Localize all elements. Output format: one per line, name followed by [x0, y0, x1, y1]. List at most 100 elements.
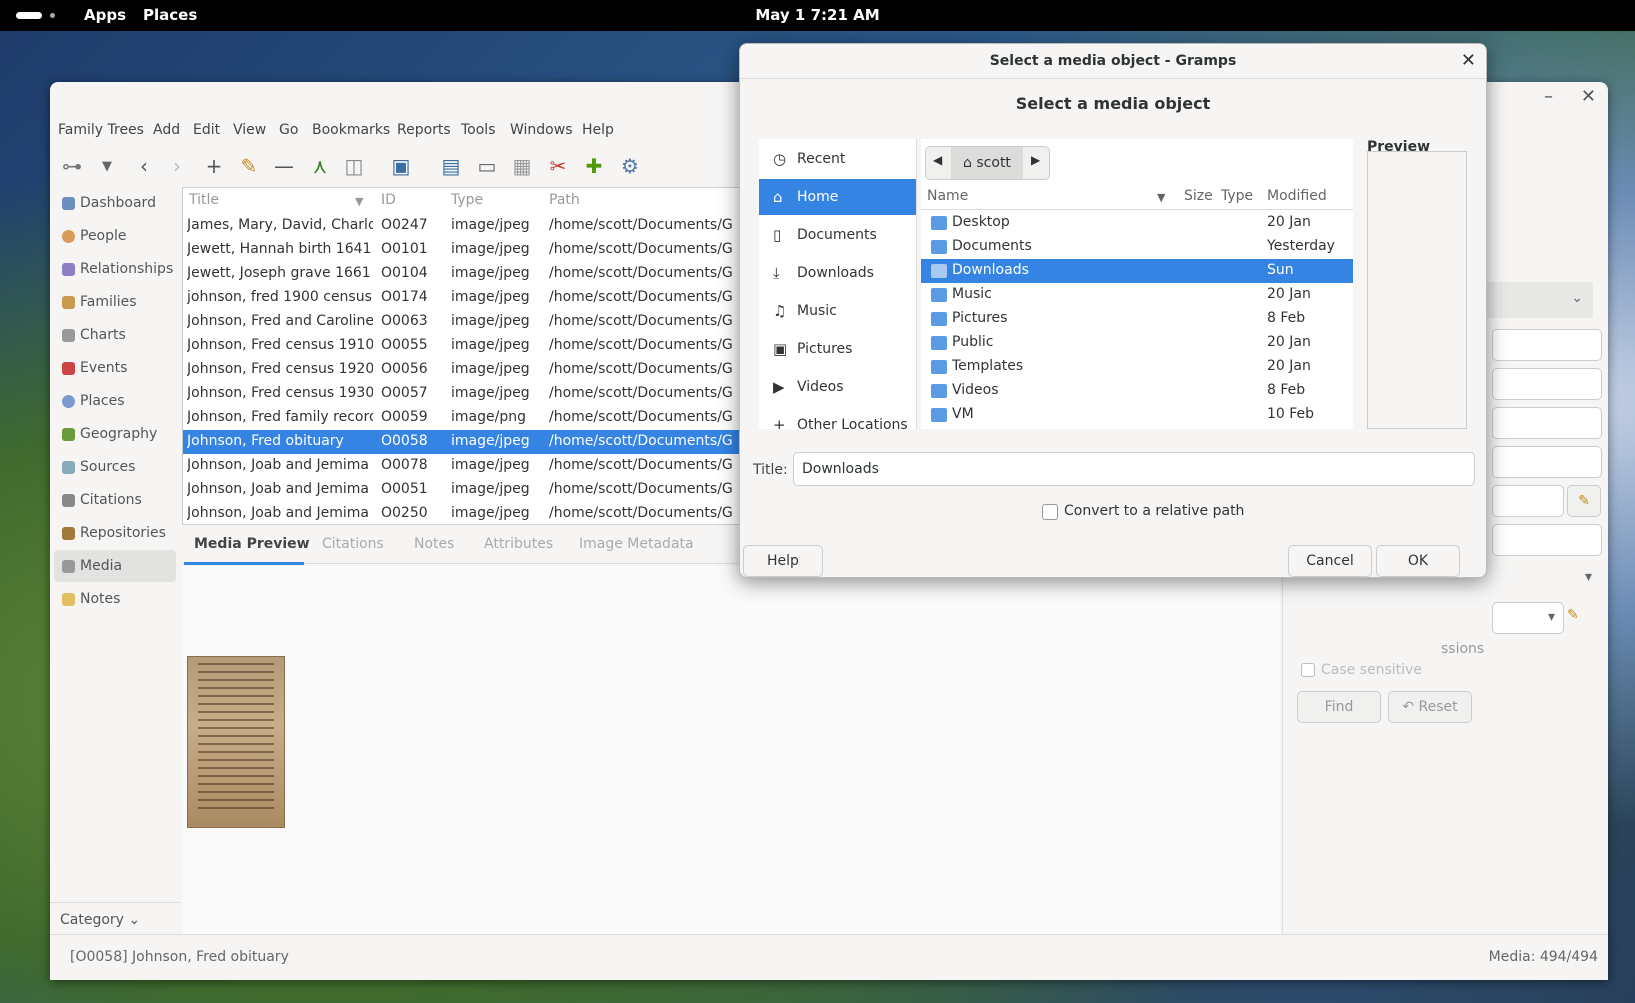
scissors-icon[interactable]: ✂ [544, 152, 572, 180]
table-row[interactable]: Johnson, Fred obituary O0058 image/jpeg/ho… [183, 430, 791, 454]
file-row[interactable]: Templates 20 Jan [921, 355, 1353, 379]
sidebar-item-people[interactable]: People [54, 220, 176, 252]
forward-icon[interactable]: › [163, 152, 191, 180]
place-documents[interactable]: ▯ Documents [759, 217, 916, 253]
close-icon[interactable]: ✕ [1581, 86, 1596, 107]
plugin-icon[interactable]: ✚ [580, 152, 608, 180]
media-manager-icon[interactable]: ▤ [437, 152, 465, 180]
sidebar-item-places[interactable]: Places [54, 385, 176, 417]
place-videos[interactable]: ▶ Videos [759, 369, 916, 405]
menu-edit[interactable]: Edit [193, 122, 220, 138]
filter-field-6[interactable] [1492, 524, 1602, 556]
relative-path-checkbox[interactable] [1042, 504, 1058, 520]
title-input[interactable]: Downloads [793, 452, 1475, 486]
path-segment-scott[interactable]: ⌂ scott [951, 147, 1023, 179]
table-row[interactable]: Johnson, Joab and Jemima ... O0078 image/j… [183, 454, 791, 478]
file-row[interactable]: Music 20 Jan [921, 283, 1353, 307]
file-row[interactable]: Documents Yesterday [921, 235, 1353, 259]
sidebar-item-sources[interactable]: Sources [54, 451, 176, 483]
sidebar-item-repositories[interactable]: Repositories [54, 517, 176, 549]
path-back-icon[interactable]: ◀ [933, 153, 942, 167]
column-size[interactable]: Size [1184, 188, 1213, 204]
table-row[interactable]: James, Mary, David, Charlo... O0247 image/… [183, 214, 791, 238]
file-row[interactable]: Public 20 Jan [921, 331, 1353, 355]
clock[interactable]: May 1 7:21 AM [0, 6, 1635, 24]
sidebar-item-geography[interactable]: Geography [54, 418, 176, 450]
sidebar-item-dashboard[interactable]: Dashboard [54, 187, 176, 219]
chevron-down-icon[interactable]: ▼ [93, 152, 121, 180]
table-row[interactable]: johnson, fred 1900 census O0174 image/jpeg… [183, 286, 791, 310]
close-icon[interactable]: ✕ [1461, 50, 1476, 71]
open-media-icon[interactable]: ▣ [387, 152, 415, 180]
tag-icon[interactable]: ◫ [340, 152, 368, 180]
table-row[interactable]: Johnson, Fred census 1930 O0057 image/jpeg… [183, 382, 791, 406]
ok-button[interactable]: OK [1376, 545, 1460, 577]
merge-icon[interactable]: ⋏ [306, 152, 334, 180]
table-row[interactable]: Johnson, Fred census 1910 O0055 image/jpeg… [183, 334, 791, 358]
table-row[interactable]: Jewett, Joseph grave 1661 O0104 image/jpeg… [183, 262, 791, 286]
sidebar-item-families[interactable]: Families [54, 286, 176, 318]
tab-citations[interactable]: Citations [322, 536, 384, 552]
menu-go[interactable]: Go [279, 122, 298, 138]
cancel-button[interactable]: Cancel [1288, 545, 1372, 577]
remove-icon[interactable]: — [270, 152, 298, 180]
back-icon[interactable]: ‹ [130, 152, 158, 180]
sidebar-item-citations[interactable]: Citations [54, 484, 176, 516]
sidebar-item-notes[interactable]: Notes [54, 583, 176, 615]
column-modified[interactable]: Modified [1267, 188, 1327, 204]
table-row[interactable]: Johnson, Fred and Caroline... O0063 image/… [183, 310, 791, 334]
column-id[interactable]: ID [381, 192, 396, 208]
filter-field-3[interactable] [1492, 407, 1602, 439]
add-icon[interactable]: + [200, 152, 228, 180]
place-downloads[interactable]: ⤓ Downloads [759, 255, 916, 291]
edit-icon[interactable]: ✎ [1567, 607, 1579, 623]
preferences-icon[interactable]: ⚙ [616, 152, 644, 180]
file-row[interactable]: Downloads Sun [921, 259, 1353, 283]
filter-dropdown[interactable]: ▾ [1492, 563, 1602, 595]
filter-field-4[interactable] [1492, 446, 1602, 478]
filter-field-1[interactable] [1492, 329, 1602, 361]
sidebar-item-charts[interactable]: Charts [54, 319, 176, 351]
tab-notes[interactable]: Notes [414, 536, 454, 552]
menu-tools[interactable]: Tools [461, 122, 496, 138]
menu-add[interactable]: Add [153, 122, 180, 138]
picture-icon[interactable]: ▦ [508, 152, 536, 180]
place-recent[interactable]: ◷ Recent [759, 141, 916, 177]
menu-reports[interactable]: Reports [397, 122, 451, 138]
file-row[interactable]: VM 10 Feb [921, 403, 1353, 427]
place-pictures[interactable]: ▣ Pictures [759, 331, 916, 367]
tab-image-metadata[interactable]: Image Metadata [579, 536, 694, 552]
table-row[interactable]: Jewett, Hannah birth 1641 O0101 image/jpeg… [183, 238, 791, 262]
minimize-icon[interactable]: – [1544, 86, 1553, 107]
place-music[interactable]: ♫ Music [759, 293, 916, 329]
file-row[interactable]: Videos 8 Feb [921, 379, 1353, 403]
table-row[interactable]: Johnson, Joab and Jemima ... O0250 image/j… [183, 502, 791, 526]
place-home[interactable]: ⌂ Home [759, 179, 916, 215]
filter-field-2[interactable] [1492, 368, 1602, 400]
edit-icon[interactable]: ✎ [235, 152, 263, 180]
case-sensitive-checkbox[interactable] [1301, 663, 1315, 677]
edit-icon[interactable]: ✎ [1567, 485, 1601, 517]
file-row[interactable]: Desktop 20 Jan [921, 211, 1353, 235]
find-button[interactable]: Find [1297, 691, 1381, 723]
column-title[interactable]: Title [189, 192, 219, 208]
sidebar-item-events[interactable]: Events [54, 352, 176, 384]
menu-bookmarks[interactable]: Bookmarks [312, 122, 390, 138]
obituary-thumbnail[interactable] [187, 656, 285, 828]
tab-media-preview[interactable]: Media Preview [194, 536, 310, 552]
menu-view[interactable]: View [233, 122, 266, 138]
table-row[interactable]: Johnson, Joab and Jemima ... O0051 image/j… [183, 478, 791, 502]
column-name[interactable]: Name [927, 188, 968, 204]
menu-help[interactable]: Help [582, 122, 614, 138]
clipboard-icon[interactable]: ▭ [473, 152, 501, 180]
tree-view-icon[interactable]: ⊶ [58, 152, 86, 180]
reset-button[interactable]: ↶ Reset [1388, 691, 1472, 723]
column-path[interactable]: Path [549, 192, 580, 208]
path-forward-icon[interactable]: ▶ [1031, 153, 1040, 167]
sidebar-item-relationships[interactable]: Relationships [54, 253, 176, 285]
menu-windows[interactable]: Windows [510, 122, 573, 138]
column-type[interactable]: Type [451, 192, 483, 208]
category-selector[interactable]: Category ⌄ [50, 902, 180, 937]
table-row[interactable]: Johnson, Fred family records O0059 image/p… [183, 406, 791, 430]
tab-attributes[interactable]: Attributes [484, 536, 553, 552]
